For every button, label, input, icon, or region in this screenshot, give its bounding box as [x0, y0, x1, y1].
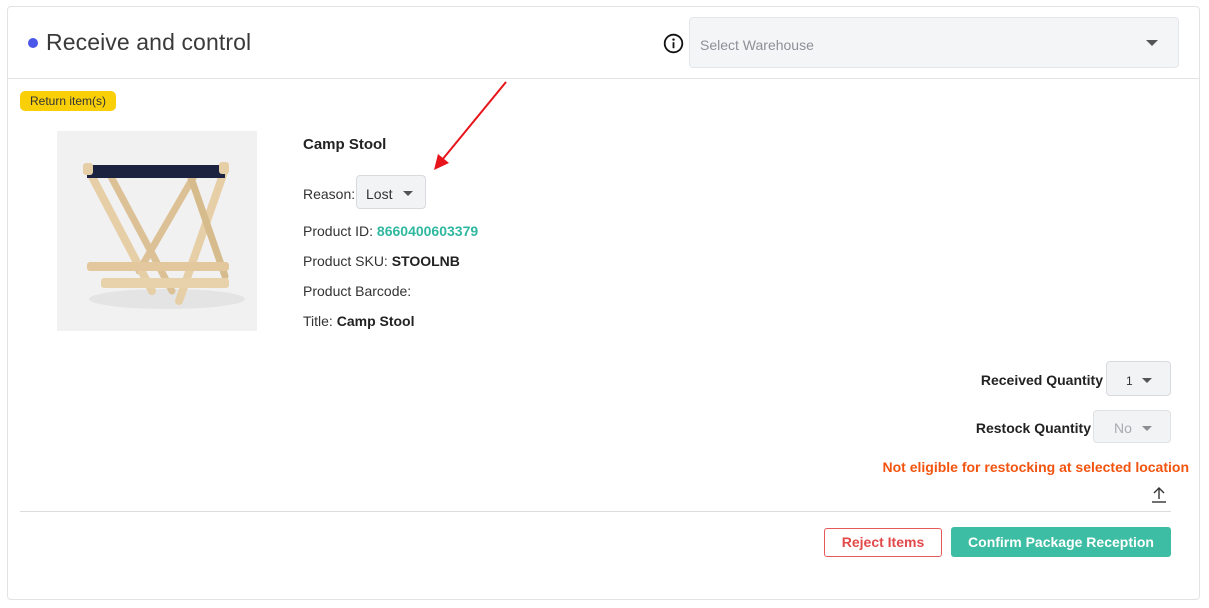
chevron-down-icon — [1142, 426, 1152, 431]
camp-stool-product-image — [57, 131, 257, 331]
product-id-link[interactable]: 8660400603379 — [377, 223, 478, 239]
return-items-badge: Return item(s) — [20, 91, 117, 111]
product-name: Camp Stool — [303, 136, 387, 153]
reason-label: Reason: — [303, 186, 356, 202]
page-title: Receive and control — [46, 29, 252, 55]
product-title-field: Title: Camp Stool — [303, 313, 415, 329]
product-sku-value: STOOLNB — [391, 253, 460, 269]
product-sku-field: Product SKU: STOOLNB — [303, 253, 460, 269]
restock-quantity-select[interactable]: No — [1093, 410, 1171, 443]
upload-icon[interactable] — [1150, 486, 1168, 504]
product-sku-label: Product SKU: — [303, 253, 388, 269]
restock-quantity-label: Restock Quantity — [975, 420, 1091, 436]
warehouse-select-placeholder: Select Warehouse — [700, 37, 814, 53]
warehouse-select[interactable]: Select Warehouse — [689, 17, 1179, 68]
reject-items-button[interactable]: Reject Items — [824, 528, 942, 557]
product-barcode-field: Product Barcode: — [303, 283, 411, 299]
product-title-label: Title: — [303, 313, 333, 329]
info-icon[interactable] — [663, 33, 684, 54]
reason-select[interactable]: Lost — [356, 175, 426, 209]
restock-quantity-value: No — [1114, 420, 1132, 436]
confirm-package-reception-button[interactable]: Confirm Package Reception — [951, 527, 1171, 557]
card-header: Receive and control Select Warehouse — [8, 7, 1199, 79]
restock-warning: Not eligible for restocking at selected … — [882, 459, 1189, 475]
received-quantity-value: 1 — [1126, 374, 1133, 388]
chevron-down-icon — [403, 191, 413, 196]
reason-value: Lost — [366, 186, 393, 202]
chevron-down-icon — [1142, 378, 1152, 383]
product-barcode-label: Product Barcode: — [303, 283, 412, 299]
chevron-down-icon — [1146, 40, 1158, 46]
status-dot — [28, 38, 38, 48]
divider — [20, 511, 1171, 512]
product-id-field: Product ID: 8660400603379 — [303, 223, 478, 239]
received-quantity-label: Received Quantity — [980, 372, 1103, 388]
received-quantity-select[interactable]: 1 — [1106, 361, 1171, 396]
product-id-label: Product ID: — [303, 223, 374, 239]
product-title-value: Camp Stool — [336, 313, 415, 329]
